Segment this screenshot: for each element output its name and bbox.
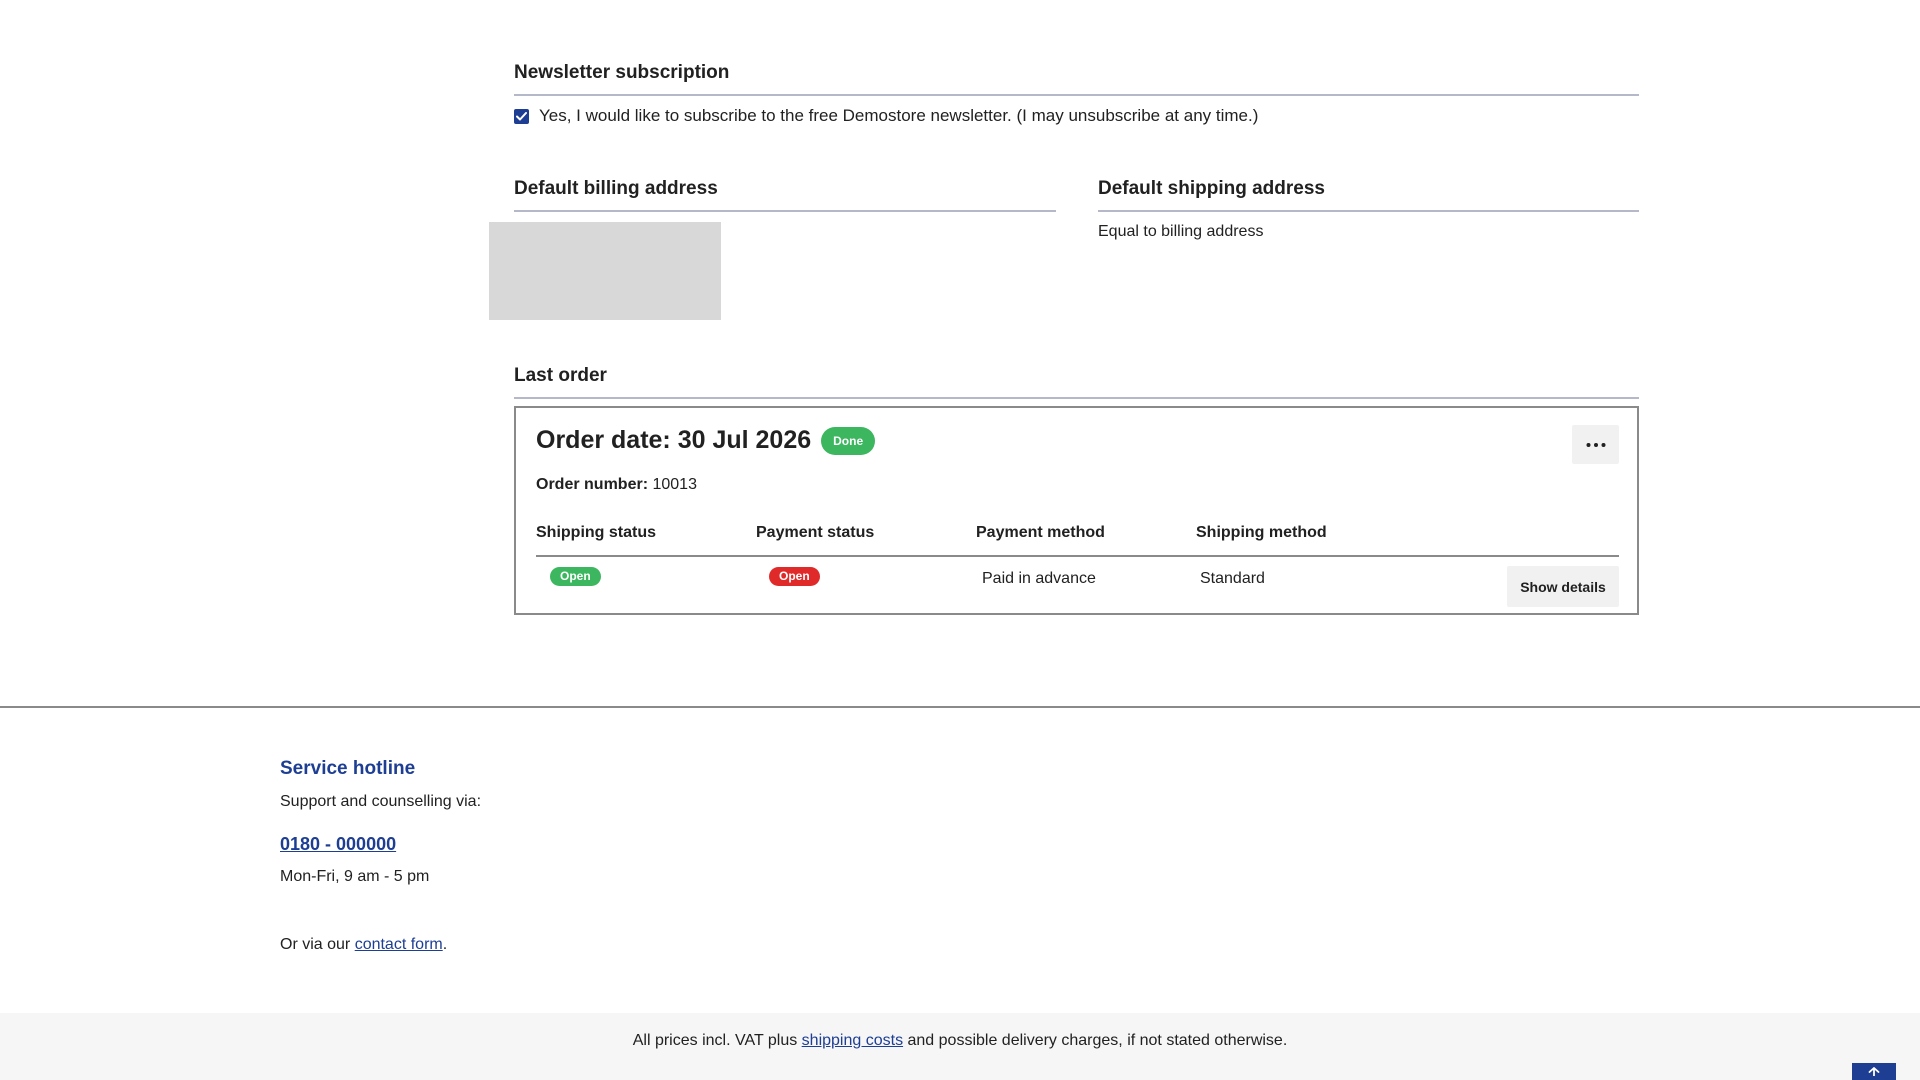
order-number-label: Order number: xyxy=(536,476,649,493)
order-number: Order number: 10013 xyxy=(536,476,697,494)
service-phone-link[interactable]: 0180 - 000000 xyxy=(280,834,396,855)
order-table-header: Shipping status Payment status Payment m… xyxy=(536,524,1619,557)
service-hotline-title: Service hotline xyxy=(280,758,416,779)
billing-address-section: Default billing address xyxy=(514,178,1056,212)
ellipsis-icon xyxy=(1586,442,1605,447)
footer-bottom-bar: All prices incl. VAT plus shipping costs… xyxy=(0,1013,1920,1080)
newsletter-section: Newsletter subscription Yes, I would lik… xyxy=(514,62,1639,126)
newsletter-checkbox[interactable] xyxy=(514,108,529,124)
billing-address-title: Default billing address xyxy=(514,178,1056,212)
column-payment-status: Payment status xyxy=(756,524,875,541)
billing-address-placeholder xyxy=(489,222,721,320)
column-payment-method: Payment method xyxy=(976,524,1105,541)
order-table-row: Open Open Paid in advance Standard Show … xyxy=(536,557,1619,613)
arrow-up-icon xyxy=(1868,1067,1880,1076)
last-order-title: Last order xyxy=(514,365,1639,399)
service-contact: Or via our contact form. xyxy=(280,936,481,954)
vat-notice-suffix: and possible delivery charges, if not st… xyxy=(903,1032,1288,1049)
column-shipping-status: Shipping status xyxy=(536,524,656,541)
shipping-status-cell: Open xyxy=(536,557,756,613)
column-shipping-method: Shipping method xyxy=(1196,524,1327,541)
shipping-costs-link[interactable]: shipping costs xyxy=(802,1032,903,1049)
order-header: Order date: 30 Jul 2026 Done xyxy=(536,426,876,455)
shipping-address-section: Default shipping address Equal to billin… xyxy=(1098,178,1639,241)
order-card: Order date: 30 Jul 2026 Done Order numbe… xyxy=(514,406,1639,615)
service-hotline-subtitle: Support and counselling via: xyxy=(280,793,482,810)
contact-form-link[interactable]: contact form xyxy=(355,936,443,953)
order-status-badge: Done xyxy=(821,426,876,455)
scroll-to-top-button[interactable] xyxy=(1852,1063,1896,1080)
order-date: Order date: 30 Jul 2026 xyxy=(536,426,812,454)
newsletter-title: Newsletter subscription xyxy=(514,62,1639,96)
checkmark-icon xyxy=(516,111,527,120)
last-order-section: Last order xyxy=(514,365,1639,399)
shipping-method-cell: Standard xyxy=(1200,570,1265,587)
service-contact-suffix: . xyxy=(442,936,448,953)
service-contact-prefix: Or via our xyxy=(280,936,355,953)
vat-notice-prefix: All prices incl. VAT plus xyxy=(632,1032,802,1049)
shipping-address-text: Equal to billing address xyxy=(1098,223,1264,240)
shipping-address-title: Default shipping address xyxy=(1098,178,1639,212)
newsletter-checkbox-label[interactable]: Yes, I would like to subscribe to the fr… xyxy=(539,106,1258,126)
payment-status-cell: Open xyxy=(756,557,976,613)
payment-method-cell: Paid in advance xyxy=(982,570,1096,587)
show-details-button[interactable]: Show details xyxy=(1507,566,1619,607)
shipping-status-badge: Open xyxy=(550,567,601,586)
order-number-value: 10013 xyxy=(652,476,697,493)
order-table: Shipping status Payment status Payment m… xyxy=(536,524,1619,613)
vat-notice: All prices incl. VAT plus shipping costs… xyxy=(0,1032,1920,1050)
order-actions-button[interactable] xyxy=(1572,425,1619,464)
payment-status-badge: Open xyxy=(769,567,820,586)
service-hotline: Service hotline Support and counselling … xyxy=(280,758,481,954)
newsletter-option[interactable]: Yes, I would like to subscribe to the fr… xyxy=(514,106,1639,126)
footer-divider xyxy=(0,706,1920,708)
service-hours: Mon-Fri, 9 am - 5 pm xyxy=(280,868,430,885)
